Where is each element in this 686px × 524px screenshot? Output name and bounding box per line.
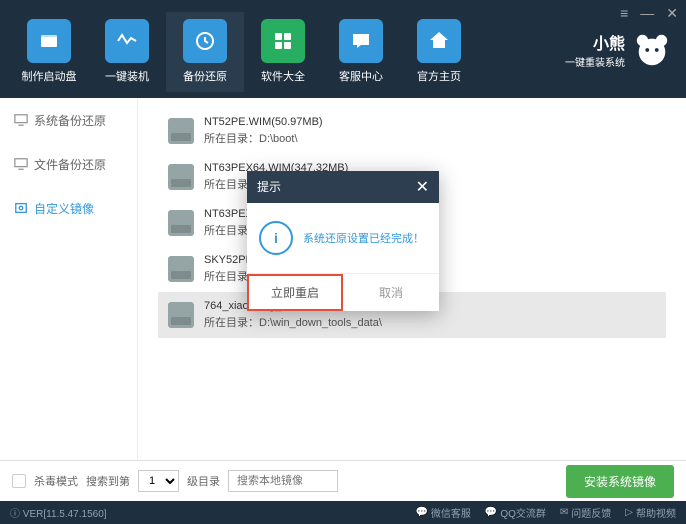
sidebar-file-backup[interactable]: 文件备份还原 [0,142,137,186]
version-label: ⓘ VER[11.5.47.1560] [10,505,107,520]
bear-logo-icon [633,31,671,69]
restart-now-button[interactable]: 立即重启 [247,274,343,311]
wim-icon [168,164,194,190]
search-input[interactable] [228,470,338,492]
sidebar-custom-image[interactable]: 自定义镜像 [0,186,137,230]
monitor-icon [14,113,28,127]
header: 制作启动盘 一键装机 备份还原 软件大全 客服中心 官方主页 小熊 一键重装系统… [0,0,686,98]
help-video[interactable]: ▷ 帮助视频 [625,505,676,520]
nav-software[interactable]: 软件大全 [244,12,322,92]
info-icon: i [259,221,293,255]
menu-button[interactable]: ≡ [620,5,628,22]
file-icon [14,157,28,171]
nav-backup-restore[interactable]: 备份还原 [166,12,244,92]
prompt-dialog: 提示 ✕ i 系统还原设置已经完成！ 立即重启 取消 [247,171,439,311]
sidebar-system-backup[interactable]: 系统备份还原 [0,98,137,142]
minimize-button[interactable]: — [640,5,654,22]
virus-mode-label: 杀毒模式 [34,473,78,489]
cancel-button[interactable]: 取消 [343,274,439,311]
iso-icon [168,256,194,282]
footer: ⓘ VER[11.5.47.1560] 💬 微信客服 💬 QQ交流群 ✉ 问题反… [0,501,686,524]
nav-support[interactable]: 客服中心 [322,12,400,92]
dialog-title: 提示 [257,178,281,195]
sidebar: 系统备份还原 文件备份还原 自定义镜像 [0,98,138,460]
search-to-label: 搜索到第 [86,473,130,489]
virus-mode-checkbox[interactable] [12,474,26,488]
wim-icon [168,210,194,236]
qq-group[interactable]: 💬 QQ交流群 [485,505,546,520]
nav-one-key[interactable]: 一键装机 [88,12,166,92]
wechat-support[interactable]: 💬 微信客服 [415,505,470,520]
bottom-toolbar: 杀毒模式 搜索到第 1 级目录 安装系统镜像 [0,460,686,501]
disk-icon [14,201,28,215]
feedback[interactable]: ✉ 问题反馈 [560,505,611,520]
dialog-message: 系统还原设置已经完成！ [303,230,424,246]
gho-icon [168,302,194,328]
brand: 小熊 一键重装系统 [565,30,671,69]
nav-homepage[interactable]: 官方主页 [400,12,478,92]
level-label: 级目录 [187,473,220,489]
nav-boot-disk[interactable]: 制作启动盘 [10,12,88,92]
install-button[interactable]: 安装系统镜像 [566,465,674,498]
close-button[interactable]: ✕ [666,5,678,22]
dialog-close-icon[interactable]: ✕ [416,177,429,197]
level-select[interactable]: 1 [138,470,179,492]
wim-icon [168,118,194,144]
list-item[interactable]: NT52PE.WIM(50.97MB)所在目录：D:\boot\ [158,108,666,154]
